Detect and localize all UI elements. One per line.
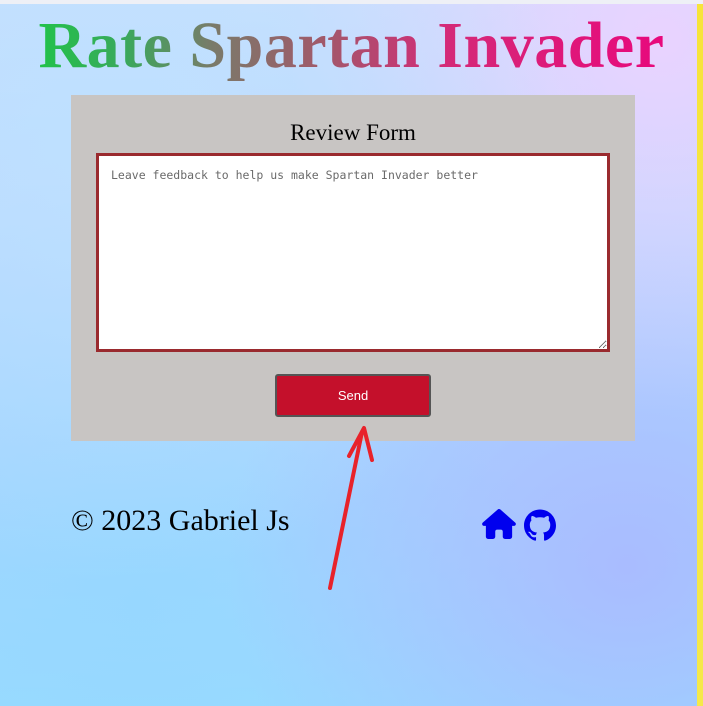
- footer-copyright: © 2023 Gabriel Js: [71, 504, 290, 537]
- home-icon: [482, 509, 516, 539]
- feedback-textarea[interactable]: [96, 153, 610, 352]
- review-form: Review Form Send: [71, 95, 635, 441]
- page-title: Rate Spartan Invader: [0, 10, 703, 82]
- home-link[interactable]: [482, 509, 516, 543]
- page-title-text: Rate Spartan Invader: [38, 9, 665, 82]
- review-form-title: Review Form: [290, 120, 416, 145]
- send-button[interactable]: Send: [275, 374, 431, 417]
- github-link[interactable]: [523, 509, 557, 543]
- right-edge-strip: [697, 4, 703, 706]
- github-icon: [524, 509, 556, 541]
